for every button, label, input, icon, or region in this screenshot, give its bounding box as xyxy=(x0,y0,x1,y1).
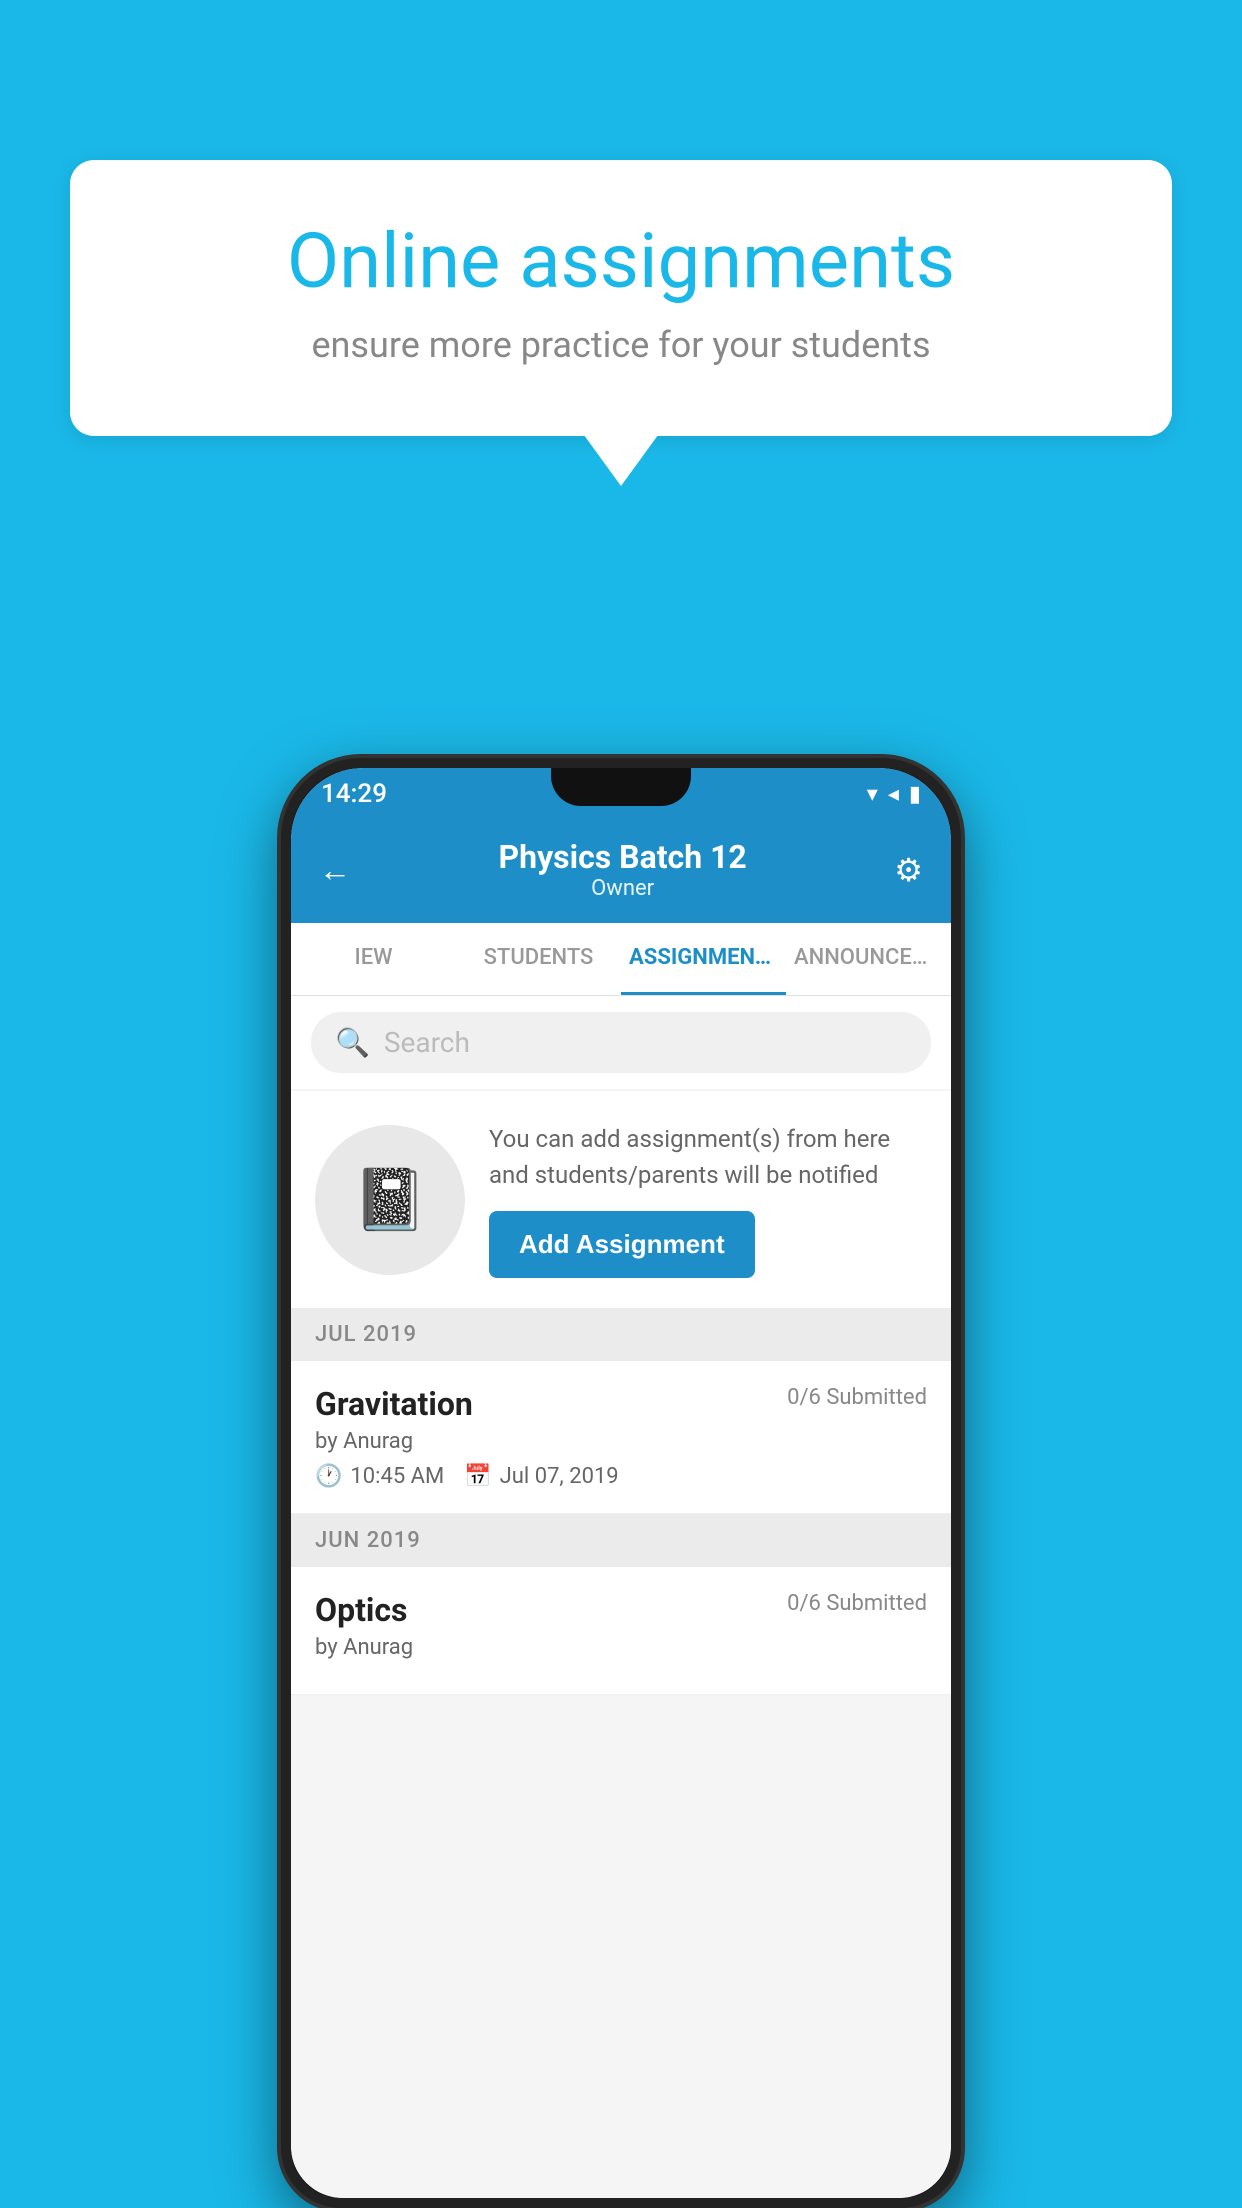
search-container: 🔍 Search xyxy=(291,996,951,1089)
add-assignment-section: 📓 You can add assignment(s) from here an… xyxy=(291,1091,951,1308)
back-button[interactable]: ← xyxy=(319,851,351,889)
month-header-jun: JUN 2019 xyxy=(291,1514,951,1567)
phone-screen: 14:29 ▾ ◂ ▮ ← Physics Batch 12 Owner ⚙ xyxy=(291,768,951,2198)
bubble-subtitle: ensure more practice for your students xyxy=(150,324,1092,366)
assignment-by-optics: by Anurag xyxy=(315,1635,927,1660)
search-icon: 🔍 xyxy=(335,1026,370,1059)
status-icons: ▾ ◂ ▮ xyxy=(867,782,921,807)
add-assignment-button[interactable]: Add Assignment xyxy=(489,1211,755,1278)
add-assignment-description: You can add assignment(s) from here and … xyxy=(489,1121,927,1193)
wifi-icon: ▾ xyxy=(867,782,878,807)
assignment-item-gravitation[interactable]: Gravitation 0/6 Submitted by Anurag 🕐 10… xyxy=(291,1361,951,1514)
batch-subtitle: Owner xyxy=(499,876,747,901)
app-header: ← Physics Batch 12 Owner ⚙ xyxy=(291,820,951,923)
assignment-name-optics: Optics xyxy=(315,1591,407,1629)
batch-title: Physics Batch 12 xyxy=(499,838,747,876)
status-bar: 14:29 ▾ ◂ ▮ xyxy=(291,768,951,820)
calendar-icon: 📅 xyxy=(464,1464,491,1489)
search-input[interactable]: Search xyxy=(384,1026,470,1059)
assignment-item-optics[interactable]: Optics 0/6 Submitted by Anurag xyxy=(291,1567,951,1695)
assignment-name-gravitation: Gravitation xyxy=(315,1385,473,1423)
side-button-right xyxy=(955,1048,961,1168)
tab-iew[interactable]: IEW xyxy=(291,923,456,995)
content-area: 🔍 Search 📓 You can add assignment(s) fro… xyxy=(291,996,951,2198)
side-button-left xyxy=(281,1068,287,1148)
bubble-title: Online assignments xyxy=(150,220,1092,304)
add-assignment-right: You can add assignment(s) from here and … xyxy=(489,1121,927,1278)
assignment-meta-gravitation: 🕐 10:45 AM 📅 Jul 07, 2019 xyxy=(315,1464,927,1489)
clock-icon: 🕐 xyxy=(315,1464,342,1489)
header-center: Physics Batch 12 Owner xyxy=(499,838,747,901)
status-time: 14:29 xyxy=(321,779,387,809)
assignment-submitted-optics: 0/6 Submitted xyxy=(787,1591,927,1616)
tab-bar: IEW STUDENTS ASSIGNMENTS ANNOUNCEM... xyxy=(291,923,951,996)
assignment-icon-circle: 📓 xyxy=(315,1125,465,1275)
phone-notch xyxy=(551,768,691,806)
assignment-date-gravitation: 📅 Jul 07, 2019 xyxy=(464,1464,618,1489)
tab-assignments[interactable]: ASSIGNMENTS xyxy=(621,923,786,995)
battery-icon: ▮ xyxy=(909,782,921,807)
settings-button[interactable]: ⚙ xyxy=(894,851,923,889)
assignment-by-gravitation: by Anurag xyxy=(315,1429,927,1454)
search-bar[interactable]: 🔍 Search xyxy=(311,1012,931,1073)
assignment-time-gravitation: 🕐 10:45 AM xyxy=(315,1464,444,1489)
speech-bubble-container: Online assignments ensure more practice … xyxy=(70,160,1172,436)
phone-frame: 14:29 ▾ ◂ ▮ ← Physics Batch 12 Owner ⚙ xyxy=(281,758,961,2208)
speech-bubble: Online assignments ensure more practice … xyxy=(70,160,1172,436)
signal-icon: ◂ xyxy=(888,782,899,807)
notebook-icon: 📓 xyxy=(353,1164,428,1235)
month-header-jul: JUL 2019 xyxy=(291,1308,951,1361)
assignment-submitted-gravitation: 0/6 Submitted xyxy=(787,1385,927,1410)
tab-students[interactable]: STUDENTS xyxy=(456,923,621,995)
tab-announcements[interactable]: ANNOUNCEM... xyxy=(786,923,951,995)
